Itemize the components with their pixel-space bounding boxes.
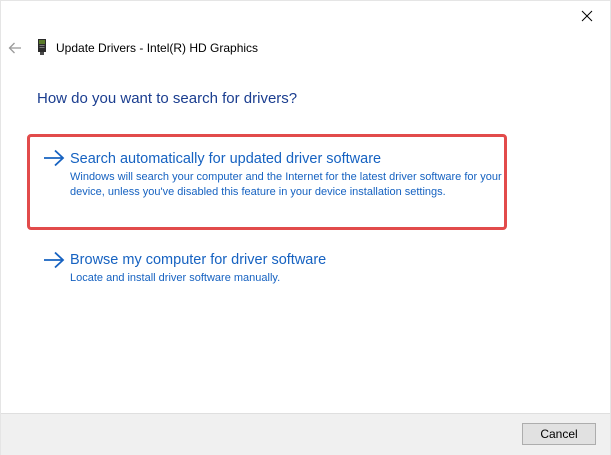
- option-title: Search automatically for updated driver …: [70, 151, 382, 167]
- close-button[interactable]: [564, 1, 610, 31]
- right-arrow-icon: [44, 149, 65, 167]
- page-heading: How do you want to search for drivers?: [37, 90, 298, 107]
- update-drivers-dialog: Update Drivers - Intel(R) HD Graphics Ho…: [0, 0, 611, 455]
- dialog-header: Update Drivers - Intel(R) HD Graphics: [1, 36, 610, 60]
- window-title: Update Drivers - Intel(R) HD Graphics: [56, 41, 259, 55]
- display-adapter-icon: [38, 39, 46, 55]
- option-description: Windows will search your computer and th…: [70, 171, 502, 198]
- search-automatically-option[interactable]: Search automatically for updated driver …: [27, 134, 507, 230]
- browse-computer-option[interactable]: Browse my computer for driver software L…: [27, 246, 507, 294]
- right-arrow-icon: [44, 251, 65, 269]
- option-description: Locate and install driver software manua…: [70, 272, 281, 284]
- dialog-footer: Cancel: [1, 413, 610, 455]
- option-title: Browse my computer for driver software: [70, 252, 327, 268]
- back-arrow-icon: [8, 42, 21, 54]
- back-button[interactable]: [5, 36, 25, 60]
- cancel-button[interactable]: Cancel: [522, 423, 596, 445]
- close-icon: [581, 10, 593, 22]
